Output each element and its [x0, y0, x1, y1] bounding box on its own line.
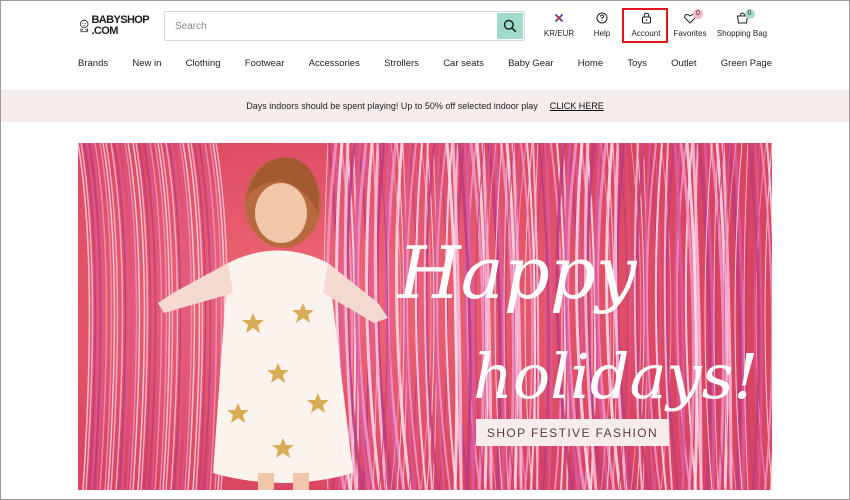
- shopping-bag-label: Shopping Bag: [716, 29, 768, 38]
- babyshop-logo[interactable]: BABYSHOP .COM: [79, 11, 150, 41]
- nav-item-accessories[interactable]: Accessories: [309, 58, 360, 74]
- favorites-link[interactable]: 0 Favorites: [671, 9, 709, 44]
- hero-banner[interactable]: Happy holidays! SHOP FESTIVE FASHION: [78, 143, 772, 490]
- nav-item-brands[interactable]: Brands: [78, 58, 108, 74]
- headline-happy: Happy: [396, 231, 638, 315]
- nav-item-toys[interactable]: Toys: [627, 58, 647, 74]
- favorites-count-badge: 0: [693, 9, 703, 19]
- favorites-label: Favorites: [673, 29, 707, 38]
- nav-item-green-page[interactable]: Green Page: [721, 58, 772, 74]
- baby-face-icon: [80, 19, 89, 33]
- nav-item-clothing[interactable]: Clothing: [186, 58, 221, 74]
- hero-headline: Happy holidays!: [396, 231, 758, 413]
- nav-item-new-in[interactable]: New in: [132, 58, 161, 74]
- help-label: Help: [593, 29, 611, 38]
- nav-item-footwear[interactable]: Footwear: [245, 58, 285, 74]
- currency-selector[interactable]: KR/EUR: [541, 10, 577, 44]
- promo-click-here-link[interactable]: CLICK HERE: [550, 101, 604, 111]
- currency-label: KR/EUR: [543, 29, 575, 38]
- account-highlight-box: [622, 8, 668, 43]
- headline-holidays: holidays!: [473, 340, 758, 413]
- help-icon: [596, 12, 608, 24]
- nav-item-baby-gear[interactable]: Baby Gear: [508, 58, 553, 74]
- nav-item-car-seats[interactable]: Car seats: [443, 58, 484, 74]
- search-icon: [503, 19, 517, 33]
- flag-icon: [554, 13, 564, 23]
- search-button[interactable]: [497, 13, 523, 39]
- main-navigation: Brands New in Clothing Footwear Accessor…: [78, 58, 772, 74]
- nav-item-strollers[interactable]: Strollers: [384, 58, 419, 74]
- nav-item-home[interactable]: Home: [578, 58, 603, 74]
- bag-count-badge: 0: [744, 9, 755, 19]
- promo-text: Days indoors should be spent playing! Up…: [246, 101, 538, 111]
- logo-line2: .COM: [91, 25, 118, 37]
- search-bar: [164, 11, 525, 41]
- search-input[interactable]: [175, 12, 495, 40]
- shopping-bag-link[interactable]: 0 Shopping Bag: [715, 9, 769, 44]
- help-link[interactable]: Help: [589, 10, 615, 44]
- logo-wordmark: BABYSHOP .COM: [91, 15, 149, 37]
- promo-banner: Days indoors should be spent playing! Up…: [1, 90, 849, 122]
- nav-item-outlet[interactable]: Outlet: [671, 58, 696, 74]
- shop-festive-fashion-button[interactable]: SHOP FESTIVE FASHION: [476, 419, 669, 446]
